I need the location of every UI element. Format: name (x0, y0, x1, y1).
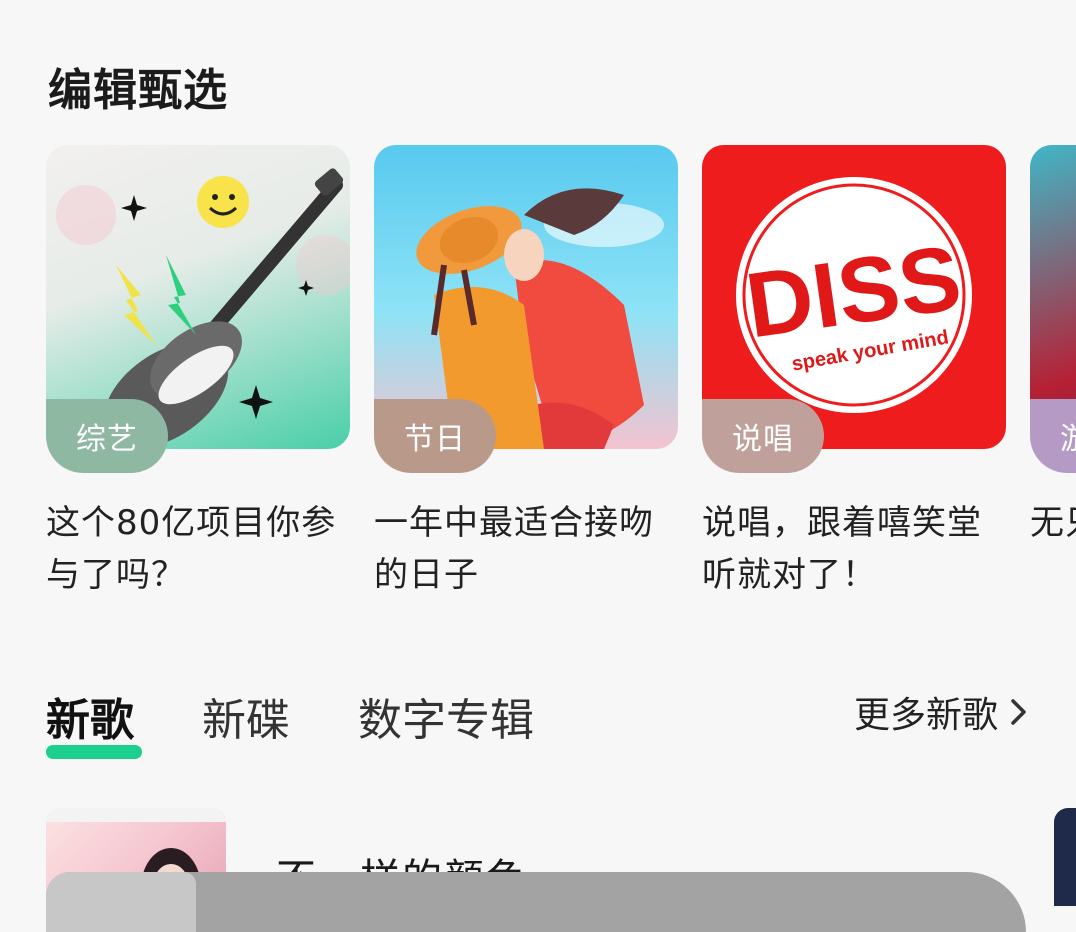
card-title[interactable]: 说唱，跟着嘻笑堂听就对了！ (702, 497, 1006, 601)
tab-new-songs[interactable]: 新歌 (46, 684, 134, 748)
mini-player-cover[interactable] (46, 872, 196, 932)
card-title[interactable]: 一年中最适合接吻的日子 (374, 497, 678, 601)
editorial-carousel[interactable]: 综艺 这个80亿项目你参与了吗？ 节日 一年中最适合接吻的日子 DISS spe… (46, 145, 1076, 605)
active-tab-indicator (46, 745, 142, 759)
tab-new-albums[interactable]: 新碟 (202, 684, 290, 748)
tab-digital-albums[interactable]: 数字专辑 (358, 684, 534, 748)
more-new-songs-link[interactable]: 更多新歌 (854, 686, 1030, 738)
side-song-cover[interactable] (1054, 808, 1076, 906)
category-tag: 游 (1030, 399, 1076, 473)
editorial-card-variety[interactable]: 综艺 这个80亿项目你参与了吗？ (46, 145, 350, 601)
category-tag: 节日 (374, 399, 496, 473)
more-new-songs-label: 更多新歌 (853, 695, 998, 736)
editorial-card-festival[interactable]: 节日 一年中最适合接吻的日子 (374, 145, 678, 601)
category-tag: 综艺 (46, 399, 168, 473)
card-title[interactable]: 这个80亿项目你参与了吗？ (46, 497, 350, 601)
section-title-editorial: 编辑甄选 (48, 65, 228, 116)
chevron-right-icon (1011, 699, 1026, 725)
editorial-card-rap[interactable]: DISS speak your mind 说唱 说唱，跟着嘻笑堂听就对了！ (702, 145, 1006, 601)
editorial-card-game[interactable]: 游 无只！ (1030, 145, 1076, 549)
card-title[interactable]: 无只！ (1030, 497, 1076, 549)
category-tag: 说唱 (702, 399, 824, 473)
